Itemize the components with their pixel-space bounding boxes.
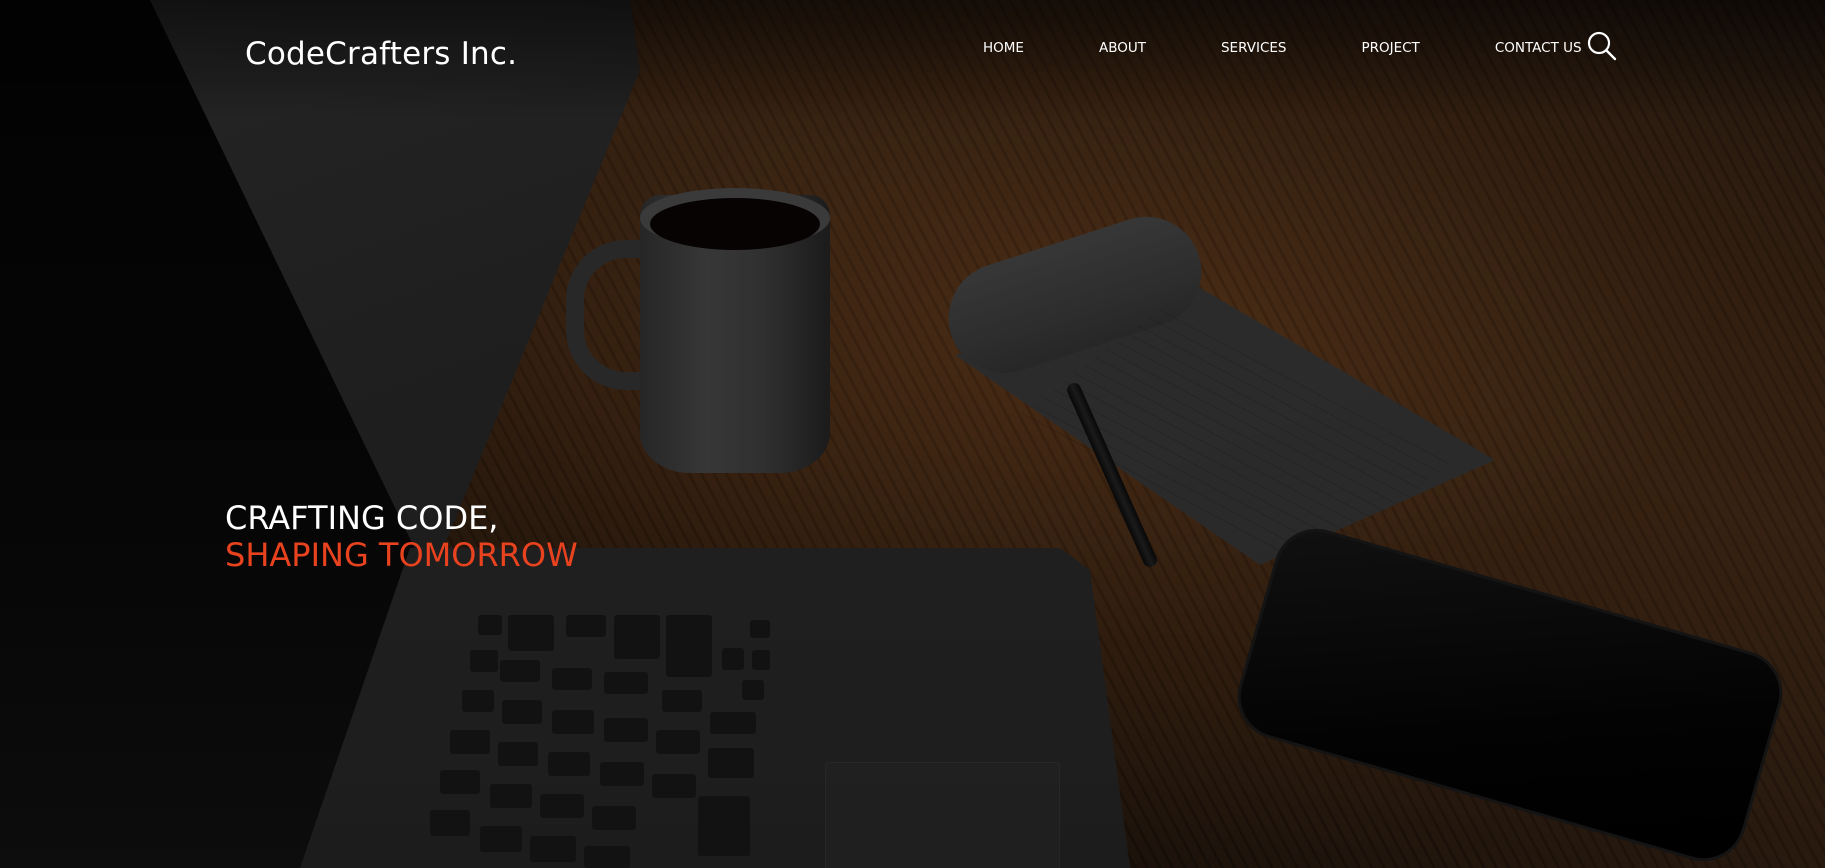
search-button[interactable]: [1586, 30, 1618, 62]
brand-logo[interactable]: CodeCrafters Inc.: [245, 36, 517, 72]
main-nav: HOME ABOUT SERVICES PROJECT CONTACT US: [983, 36, 1582, 60]
nav-item-contact-us[interactable]: CONTACT US: [1495, 40, 1582, 56]
search-icon: [1587, 31, 1617, 61]
dark-overlay: [0, 0, 1825, 868]
nav-item-home[interactable]: HOME: [983, 40, 1024, 56]
nav-item-about[interactable]: ABOUT: [1099, 40, 1146, 56]
site-header: CodeCrafters Inc. HOME ABOUT SERVICES PR…: [0, 0, 1825, 100]
nav-item-project[interactable]: PROJECT: [1361, 40, 1419, 56]
hero-line-primary: CRAFTING CODE,: [225, 499, 499, 537]
hero-line-accent: SHAPING TOMORROW: [225, 536, 578, 574]
hero-section: CodeCrafters Inc. HOME ABOUT SERVICES PR…: [0, 0, 1825, 868]
hero-headline: CRAFTING CODE, SHAPING TOMORROW: [225, 500, 578, 574]
nav-item-services[interactable]: SERVICES: [1221, 40, 1286, 56]
